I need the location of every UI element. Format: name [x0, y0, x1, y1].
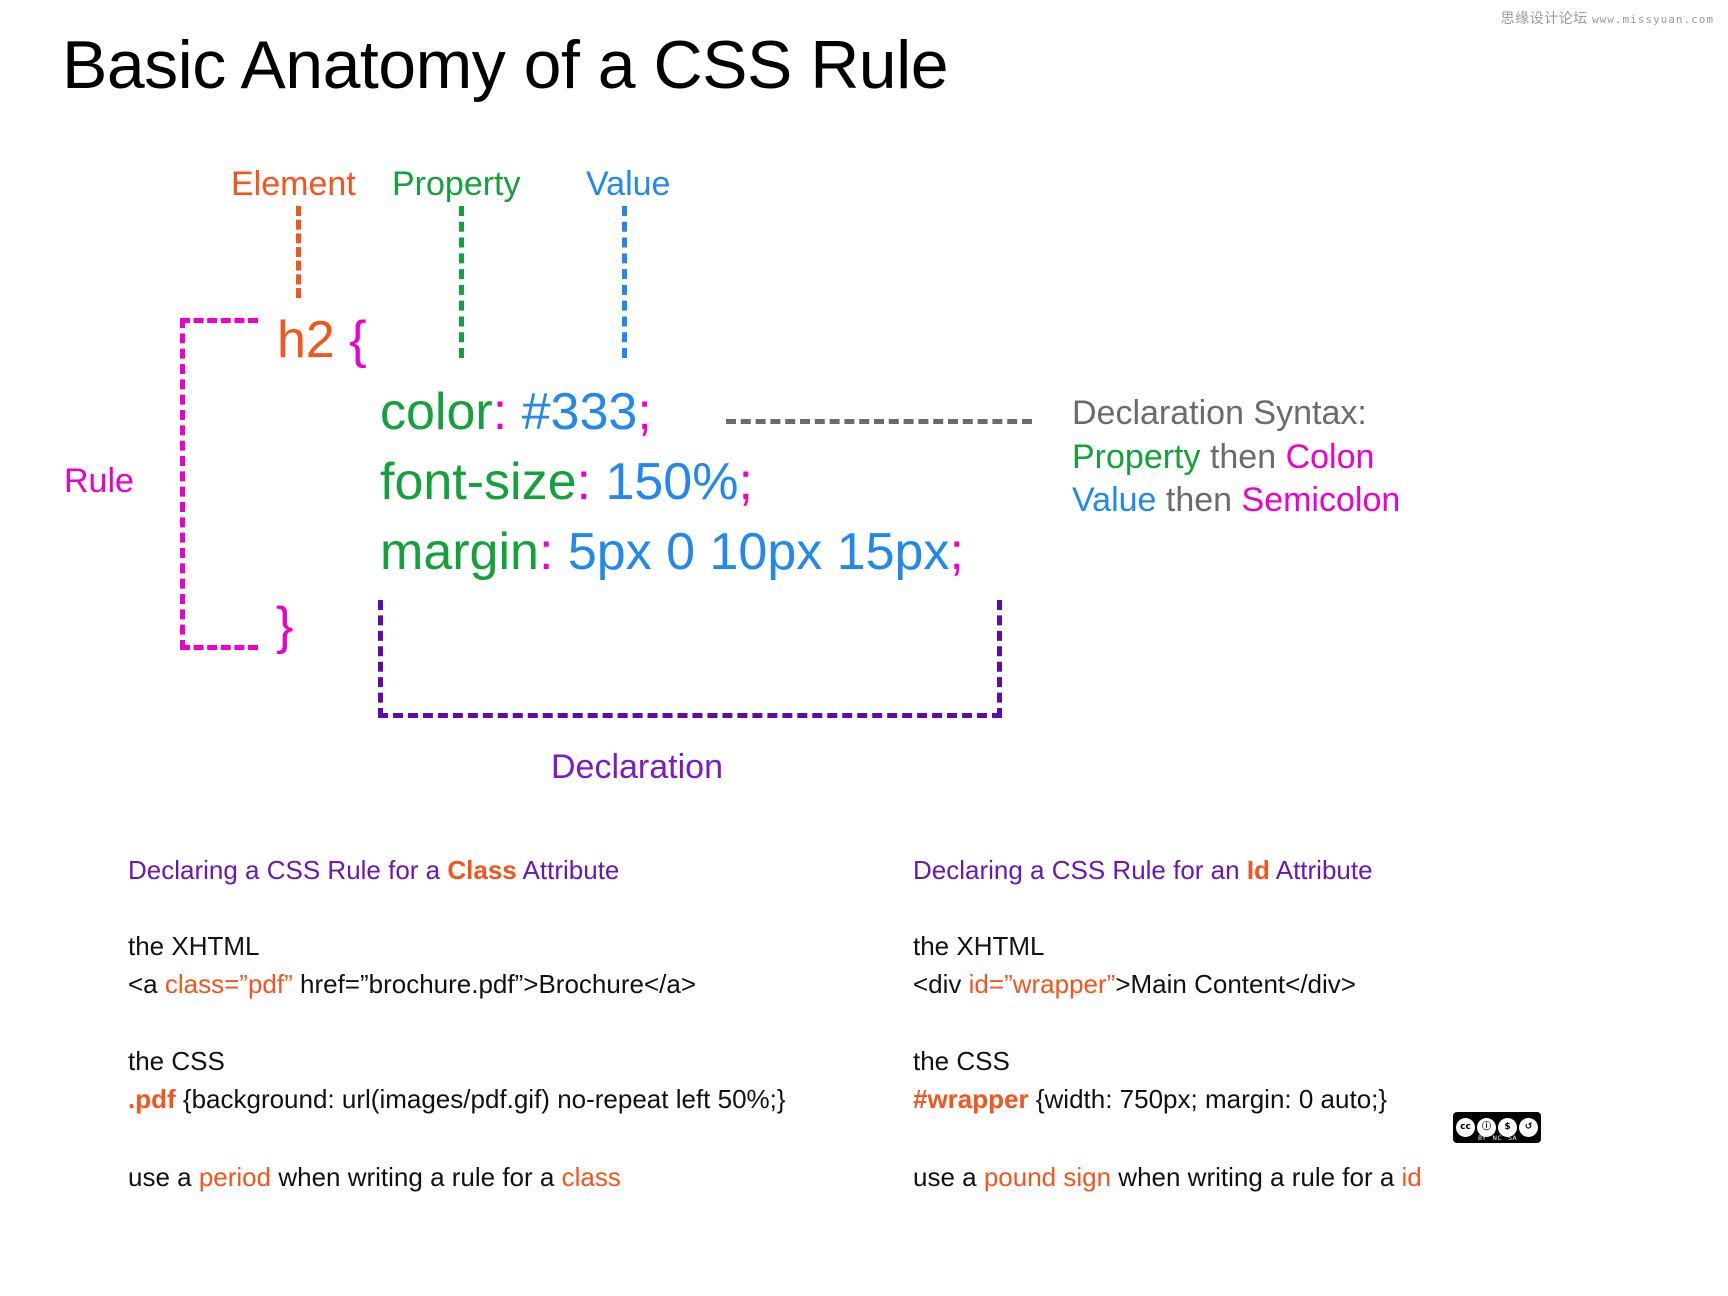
slide-canvas: 思缘设计论坛 www.missyuan.com Basic Anatomy of…	[0, 0, 1728, 1296]
declaration-semicolon: ;	[738, 453, 753, 511]
leader-line-value	[622, 206, 627, 358]
callout-label-element: Element	[231, 165, 356, 203]
code-declaration-line: font-size: 150%;	[380, 452, 753, 512]
declaration-syntax-note: Declaration Syntax: Property then Colon …	[1072, 392, 1400, 523]
xhtml-code: <a class=”pdf” href=”brochure.pdf”>Broch…	[128, 966, 786, 1004]
heading-text-tail: Attribute	[516, 855, 620, 885]
id-column-heading: Declaring a CSS Rule for an Id Attribute	[913, 855, 1422, 886]
tip-mid: when writing a rule for a	[1111, 1161, 1402, 1192]
id-xhtml-block: the XHTML <div id=”wrapper”>Main Content…	[913, 928, 1422, 1003]
declaration-value: 150%	[605, 453, 739, 511]
syntax-token-colon: Colon	[1285, 437, 1375, 476]
class-tip: use a period when writing a rule for a c…	[128, 1159, 786, 1197]
xhtml-code-tail: >Main Content</div>	[1115, 968, 1356, 999]
tip-highlight-pound-sign: pound sign	[983, 1161, 1112, 1192]
declaration-colon: :	[492, 383, 508, 441]
cc-label-sa: SA	[1508, 1135, 1518, 1142]
css-selector-class: .pdf	[128, 1084, 176, 1115]
leader-line-property	[459, 206, 464, 358]
declaration-value: 5px 0 10px 15px	[567, 523, 950, 581]
declaration-property: color	[380, 383, 493, 441]
declaration-label: Declaration	[551, 748, 723, 786]
heading-highlight-id: Id	[1246, 855, 1270, 885]
class-column-heading: Declaring a CSS Rule for a Class Attribu…	[128, 855, 786, 886]
id-tip: use a pound sign when writing a rule for…	[913, 1159, 1422, 1197]
declaration-space	[507, 383, 521, 441]
declaration-semicolon: ;	[949, 523, 964, 581]
heading-highlight-class: Class	[447, 855, 517, 885]
tip-mid: when writing a rule for a	[271, 1161, 562, 1192]
xhtml-label: the XHTML	[128, 931, 260, 961]
tip-highlight-period: period	[198, 1161, 272, 1192]
cc-logo-icon: cc	[1456, 1118, 1475, 1137]
declaration-space	[591, 453, 605, 511]
css-label: the CSS	[128, 1046, 225, 1077]
css-label: the CSS	[913, 1046, 1010, 1077]
heading-text-tail: Attribute	[1269, 855, 1373, 885]
id-css-block: the CSS #wrapper {width: 750px; margin: …	[913, 1043, 1422, 1118]
declaration-space	[553, 523, 567, 581]
syntax-note-line-3: Value then Semicolon	[1072, 479, 1400, 523]
code-declaration-line: color: #333;	[380, 382, 652, 442]
declaration-colon: :	[576, 453, 591, 511]
tip-highlight-class: class	[561, 1161, 621, 1192]
tip-lead: use a	[913, 1161, 984, 1192]
syntax-token-value: Value	[1072, 481, 1157, 520]
class-xhtml-block: the XHTML <a class=”pdf” href=”brochure.…	[128, 928, 786, 1003]
selector-name: h2	[277, 311, 350, 369]
tip-lead: use a	[128, 1161, 199, 1192]
tip-highlight-id: id	[1401, 1161, 1422, 1192]
css-code: #wrapper {width: 750px; margin: 0 auto;}	[913, 1081, 1422, 1119]
declaration-bracket	[378, 600, 1002, 718]
syntax-note-line-2: Property then Colon	[1072, 436, 1400, 480]
code-selector: h2 {	[277, 310, 367, 370]
cc-label-by: BY	[1478, 1135, 1487, 1142]
xhtml-code-tail: href=”brochure.pdf”>Brochure</a>	[292, 968, 697, 999]
xhtml-code-lead: <div	[913, 968, 969, 999]
rule-bracket	[180, 318, 258, 650]
xhtml-label: the XHTML	[913, 931, 1045, 961]
xhtml-code-lead: <a	[128, 968, 165, 999]
syntax-token-property: Property	[1072, 437, 1201, 476]
css-code: .pdf {background: url(images/pdf.gif) no…	[128, 1081, 786, 1119]
cc-sa-icon: ↺	[1519, 1118, 1538, 1137]
page-title: Basic Anatomy of a CSS Rule	[62, 27, 949, 103]
xhtml-code-class-attr: class=”pdf”	[164, 968, 293, 999]
code-declaration-line: margin: 5px 0 10px 15px;	[380, 522, 964, 582]
xhtml-code: <div id=”wrapper”>Main Content</div>	[913, 966, 1422, 1004]
syntax-connector-then: then	[1200, 437, 1286, 476]
callout-label-value: Value	[586, 165, 671, 203]
heading-text-lead: Declaring a CSS Rule for an	[913, 855, 1247, 885]
css-selector-id: #wrapper	[913, 1084, 1029, 1115]
watermark-url: www.missyuan.com	[1592, 13, 1714, 26]
id-attribute-column: Declaring a CSS Rule for an Id Attribute…	[913, 855, 1422, 1236]
syntax-connector-then: then	[1156, 481, 1242, 520]
declaration-property: font-size	[380, 453, 577, 511]
creative-commons-badge-icon: cc ⓘ $ ↺ BY NC SA	[1453, 1112, 1541, 1143]
open-brace: {	[349, 311, 367, 369]
cc-label-nc: NC	[1492, 1135, 1503, 1142]
declaration-value: #333	[521, 383, 638, 441]
class-attribute-column: Declaring a CSS Rule for a Class Attribu…	[128, 855, 786, 1236]
syntax-token-semicolon: Semicolon	[1241, 481, 1401, 520]
rule-label: Rule	[64, 462, 134, 500]
css-code-body: {background: url(images/pdf.gif) no-repe…	[175, 1084, 786, 1115]
declaration-colon: :	[538, 523, 554, 581]
syntax-note-heading: Declaration Syntax:	[1072, 394, 1367, 432]
syntax-note-pointer-line	[726, 419, 1032, 424]
declaration-property: margin	[380, 523, 539, 581]
css-code-body: {width: 750px; margin: 0 auto;}	[1028, 1084, 1388, 1115]
watermark: 思缘设计论坛 www.missyuan.com	[1501, 8, 1714, 28]
cc-label-row: BY NC SA	[1478, 1135, 1517, 1142]
leader-line-element	[296, 206, 301, 298]
class-css-block: the CSS .pdf {background: url(images/pdf…	[128, 1043, 786, 1118]
callout-label-property: Property	[392, 165, 521, 203]
xhtml-code-id-attr: id=”wrapper”	[968, 968, 1116, 999]
heading-text-lead: Declaring a CSS Rule for a	[128, 855, 448, 885]
close-brace: }	[276, 597, 294, 655]
watermark-text: 思缘设计论坛	[1500, 10, 1588, 26]
declaration-semicolon: ;	[637, 383, 652, 441]
